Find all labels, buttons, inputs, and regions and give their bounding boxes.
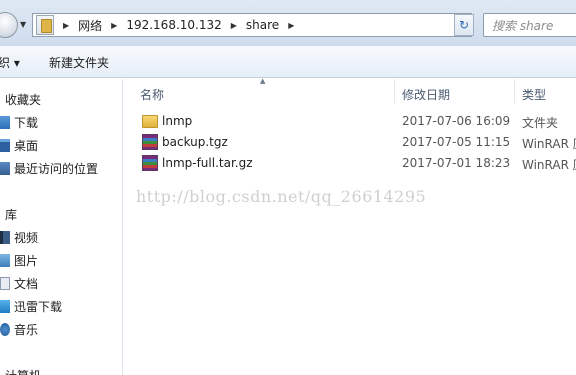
command-bar: 织 ▾ 新建文件夹 [0,46,576,78]
chevron-right-icon[interactable]: ▶ [63,21,69,30]
column-header-label: 类型 [522,87,547,102]
nav-item-thunder-download[interactable]: 迅雷下载 [0,298,62,315]
navigation-pane: 收藏夹 下载 桌面 最近访问的位置 库 视频 图片 文档 迅雷下载 音乐 计算机 [0,79,123,375]
recent-pages-dropdown-icon[interactable]: ▼ [20,20,26,29]
breadcrumb-network[interactable]: 网络 [78,17,102,34]
organize-button[interactable]: 织 ▾ [0,54,20,71]
libraries-header[interactable]: 库 [5,206,17,223]
nav-item-documents[interactable]: 文档 [0,275,38,292]
favorites-header-label: 收藏夹 [5,93,42,107]
folder-icon [142,115,158,128]
address-bar[interactable]: ▶ 网络 ▶ 192.168.10.132 ▶ share ▶ [32,13,452,37]
winrar-archive-icon [142,134,158,150]
chevron-right-icon[interactable]: ▶ [111,21,117,30]
nav-item-videos[interactable]: 视频 [0,229,38,246]
chevron-right-icon[interactable]: ▶ [288,21,294,30]
column-divider[interactable] [514,79,515,103]
column-header-type[interactable]: 类型 [522,83,546,105]
refresh-icon[interactable]: ↻ [454,14,474,36]
libraries-header-label: 库 [5,208,18,222]
nav-item-music[interactable]: 音乐 [0,321,38,338]
recent-places-icon [0,162,10,175]
file-name: lnmp [162,114,193,128]
nav-item-pictures[interactable]: 图片 [0,252,38,269]
computer-header-label: 计算机 [5,367,41,375]
file-date: 2017-07-01 18:23 [402,156,511,170]
pictures-icon [0,254,10,267]
file-type: 文件夹 [522,116,559,130]
file-name: lnmp-full.tar.gz [162,156,253,170]
nav-item-label: 桌面 [14,139,39,153]
breadcrumb-host[interactable]: 192.168.10.132 [126,18,221,32]
music-icon [0,323,10,336]
file-list: ▲ 名称 修改日期 类型 lnmp 2017-07-06 16:09 文件夹 b… [124,77,576,375]
search-placeholder: 搜索 share [492,18,554,33]
favorites-header[interactable]: 收藏夹 [5,91,41,108]
thunder-download-icon [0,300,10,313]
nav-item-label: 图片 [14,254,39,268]
file-row[interactable]: lnmp-full.tar.gz 2017-07-01 18:23 WinRAR… [124,153,576,173]
video-icon [0,231,10,244]
watermark: http://blog.csdn.net/qq_26614295 [136,187,427,206]
nav-item-label: 下载 [14,116,39,130]
file-row[interactable]: lnmp 2017-07-06 16:09 文件夹 [124,111,576,131]
address-row: ▼ ▶ 网络 ▶ 192.168.10.132 ▶ share ▶ ▼ ↻ 搜索… [0,0,576,46]
file-row[interactable]: backup.tgz 2017-07-05 11:15 WinRAR 压 [124,132,576,152]
nav-item-label: 音乐 [14,323,39,337]
file-name: backup.tgz [162,135,228,149]
new-folder-button[interactable]: 新建文件夹 [49,54,109,71]
nav-item-label: 最近访问的位置 [14,162,99,176]
nav-item-recent-places[interactable]: 最近访问的位置 [0,160,98,177]
breadcrumb-share[interactable]: share [246,18,279,32]
download-icon [0,116,10,129]
column-header-label: 名称 [140,87,165,102]
nav-item-label: 文档 [14,277,39,291]
network-location-icon [36,15,54,35]
sort-ascending-icon: ▲ [260,77,266,85]
column-header-label: 修改日期 [402,87,451,102]
column-header-date[interactable]: 修改日期 [402,83,450,105]
back-button[interactable] [0,12,18,38]
file-type: WinRAR 压 [522,137,576,151]
file-type: WinRAR 压 [522,158,576,172]
chevron-right-icon[interactable]: ▶ [231,21,237,30]
documents-icon [0,277,10,290]
desktop-icon [0,139,10,152]
column-divider[interactable] [394,79,395,103]
search-input[interactable]: 搜索 share [483,13,576,37]
nav-item-label: 视频 [14,231,39,245]
nav-item-label: 迅雷下载 [14,300,63,314]
computer-header[interactable]: 计算机 [5,367,41,375]
nav-item-desktop[interactable]: 桌面 [0,137,38,154]
nav-item-downloads[interactable]: 下载 [0,114,38,131]
file-date: 2017-07-06 16:09 [402,114,511,128]
winrar-archive-icon [142,155,158,171]
column-header-name[interactable]: 名称 [140,83,164,105]
file-date: 2017-07-05 11:15 [402,135,511,149]
